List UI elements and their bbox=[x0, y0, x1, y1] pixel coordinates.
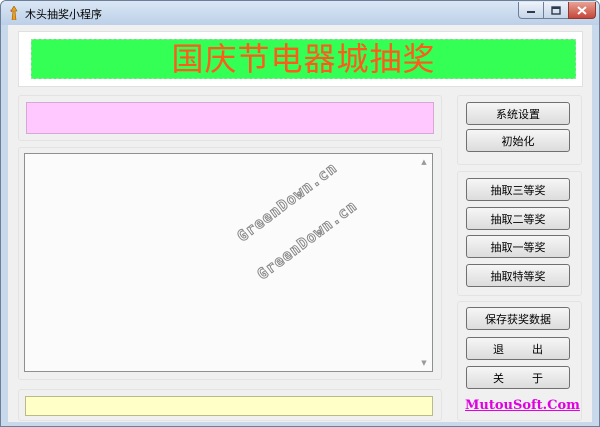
arrow-down-icon: ▼ bbox=[421, 359, 427, 367]
initialize-button[interactable]: 初始化 bbox=[466, 129, 570, 152]
save-winner-data-button[interactable]: 保存获奖数据 bbox=[466, 307, 570, 330]
scroll-up-button[interactable]: ▲ bbox=[416, 154, 432, 170]
minimize-icon bbox=[527, 11, 535, 13]
banner-title: 国庆节电器城抽奖 bbox=[171, 40, 436, 78]
draw-special-prize-button[interactable]: 抽取特等奖 bbox=[466, 264, 570, 287]
maximize-button[interactable] bbox=[543, 2, 569, 19]
draw-second-prize-button[interactable]: 抽取二等奖 bbox=[466, 207, 570, 230]
info-display bbox=[26, 102, 434, 134]
minimize-button[interactable] bbox=[518, 2, 544, 19]
close-button[interactable] bbox=[568, 2, 596, 19]
draw-third-prize-button[interactable]: 抽取三等奖 bbox=[466, 178, 570, 201]
exit-button[interactable]: 退 出 bbox=[466, 337, 570, 360]
draw-first-prize-button[interactable]: 抽取一等奖 bbox=[466, 235, 570, 258]
app-icon bbox=[10, 6, 18, 20]
client-area: 国庆节电器城抽奖 ▲ ▼ 系统设置 初始化 抽取三等奖 抽取二等奖 抽取一等奖 … bbox=[8, 25, 592, 422]
banner-frame: 国庆节电器城抽奖 bbox=[18, 31, 583, 87]
participant-list[interactable]: ▲ ▼ bbox=[24, 153, 433, 372]
system-settings-button[interactable]: 系统设置 bbox=[466, 102, 570, 125]
maximize-icon bbox=[551, 5, 561, 15]
scroll-down-button[interactable]: ▼ bbox=[416, 355, 432, 371]
title-bar[interactable]: 木头抽奖小程序 bbox=[1, 1, 599, 25]
window-title: 木头抽奖小程序 bbox=[25, 8, 102, 21]
list-scrollbar[interactable]: ▲ ▼ bbox=[416, 154, 432, 371]
app-window: 木头抽奖小程序 国庆节电器城抽奖 ▲ ▼ 系统设置 初始化 抽取三等奖 抽取二等… bbox=[0, 0, 600, 427]
close-icon bbox=[577, 5, 587, 15]
arrow-up-icon: ▲ bbox=[421, 158, 427, 166]
banner: 国庆节电器城抽奖 bbox=[31, 39, 576, 79]
status-display bbox=[25, 396, 433, 416]
website-link[interactable]: MutouSoft.Com bbox=[465, 398, 580, 413]
about-button[interactable]: 关 于 bbox=[466, 366, 570, 389]
